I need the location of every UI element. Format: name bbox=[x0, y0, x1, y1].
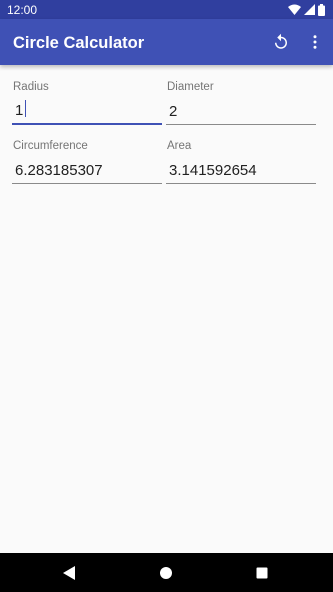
wifi-icon bbox=[288, 4, 301, 15]
area-label: Area bbox=[167, 140, 192, 152]
diameter-input[interactable] bbox=[166, 98, 316, 125]
circumference-input[interactable] bbox=[12, 157, 162, 184]
area-field-group: Area bbox=[166, 139, 317, 184]
text-cursor bbox=[25, 100, 26, 117]
area-input[interactable] bbox=[166, 157, 316, 184]
navigation-bar bbox=[0, 553, 333, 592]
radius-input[interactable] bbox=[12, 98, 162, 125]
app-title: Circle Calculator bbox=[13, 34, 145, 52]
home-icon[interactable] bbox=[154, 561, 178, 585]
overflow-menu-icon[interactable] bbox=[303, 30, 327, 54]
radius-field-group: Radius bbox=[12, 80, 163, 125]
battery-icon bbox=[318, 3, 325, 16]
circumference-field-group: Circumference bbox=[12, 139, 163, 184]
status-bar: 12:00 bbox=[0, 0, 333, 19]
diameter-field-group: Diameter bbox=[166, 80, 317, 125]
status-icons bbox=[288, 3, 325, 16]
calculator-form: Radius Diameter Circumference Area bbox=[0, 65, 333, 553]
recents-icon[interactable] bbox=[250, 561, 274, 585]
circumference-label: Circumference bbox=[13, 140, 88, 152]
signal-icon bbox=[304, 4, 315, 15]
radius-label: Radius bbox=[13, 81, 49, 93]
status-time: 12:00 bbox=[7, 3, 38, 17]
back-icon[interactable] bbox=[57, 561, 81, 585]
reset-icon[interactable] bbox=[269, 30, 293, 54]
diameter-label: Diameter bbox=[167, 81, 214, 93]
app-bar: Circle Calculator bbox=[0, 19, 333, 65]
